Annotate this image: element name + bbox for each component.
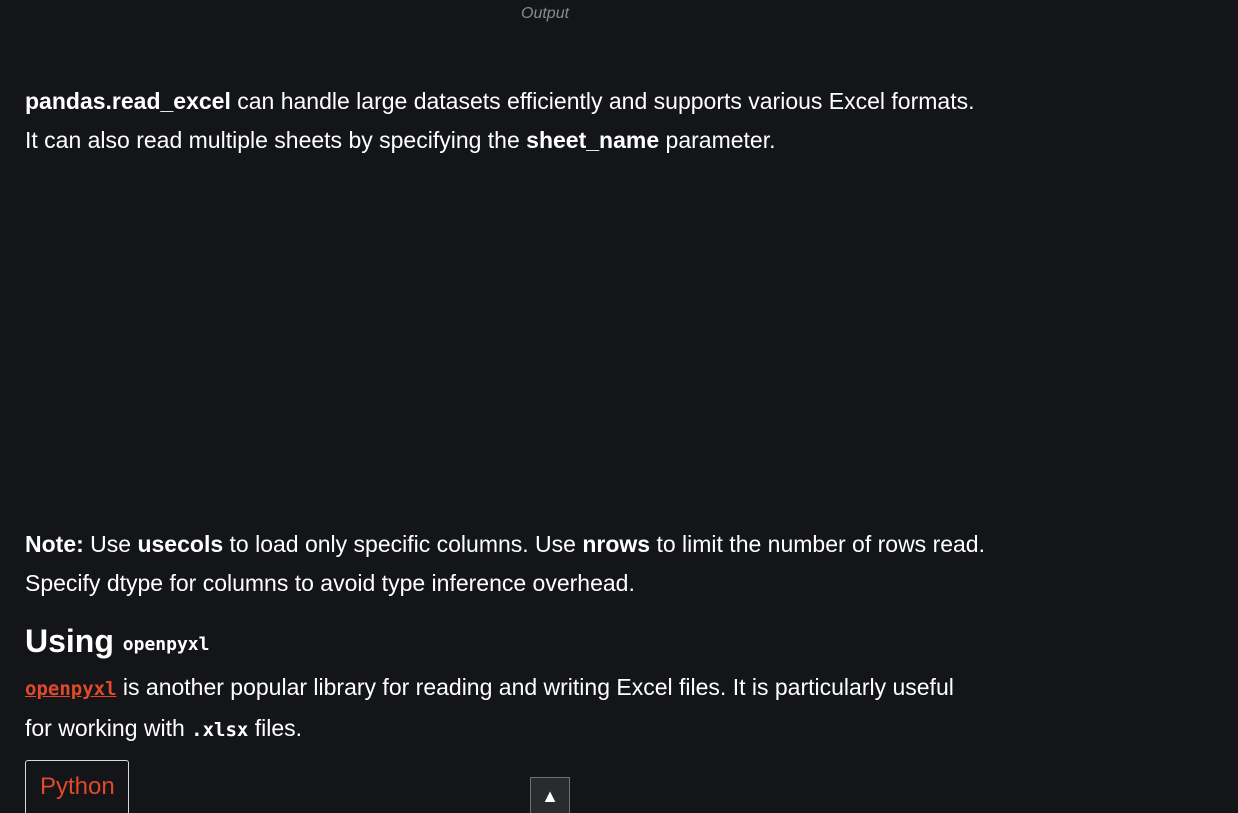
tab-python[interactable]: Python xyxy=(25,760,129,813)
description-line2-end: parameter. xyxy=(659,127,776,153)
description-line2-start: It can also read multiple sheets by spec… xyxy=(25,127,527,153)
sheet-name-term: sheet_name xyxy=(526,127,660,153)
read-excel-term: pandas.read_excel xyxy=(25,88,231,114)
arrow-up-icon: ▲ xyxy=(541,786,559,806)
note-label: Note: xyxy=(25,531,84,557)
scroll-to-top-button[interactable]: ▲ xyxy=(530,777,570,813)
openpyxl-description: openpyxl is another popular library for … xyxy=(25,668,1085,750)
openpyxl-text-1: is another popular library for reading a… xyxy=(116,674,954,700)
note-paragraph: Note: Use usecols to load only specific … xyxy=(25,525,1085,603)
output-caption: Output xyxy=(521,5,570,22)
note-text-2: to load only specific columns. Use xyxy=(223,531,583,557)
nrows-term: nrows xyxy=(582,531,651,557)
note-text-1: Use xyxy=(83,531,138,557)
section-heading-text: Using xyxy=(25,623,123,659)
usecols-term: usecols xyxy=(137,531,224,557)
note-text-3: to limit the number of rows read. xyxy=(650,531,985,557)
openpyxl-text-3: files. xyxy=(248,715,303,741)
description-line1: can handle large datasets efficiently an… xyxy=(230,88,975,114)
note-line-2: Specify dtype for columns to avoid type … xyxy=(25,570,635,596)
read-excel-description: pandas.read_excel can handle large datas… xyxy=(25,82,1085,160)
openpyxl-link[interactable]: openpyxl xyxy=(25,678,117,700)
section-heading-code: openpyxl xyxy=(122,634,210,655)
openpyxl-text-2: for working with xyxy=(25,715,192,741)
xlsx-code: .xlsx xyxy=(191,719,249,741)
section-heading: Using openpyxl xyxy=(25,619,209,667)
